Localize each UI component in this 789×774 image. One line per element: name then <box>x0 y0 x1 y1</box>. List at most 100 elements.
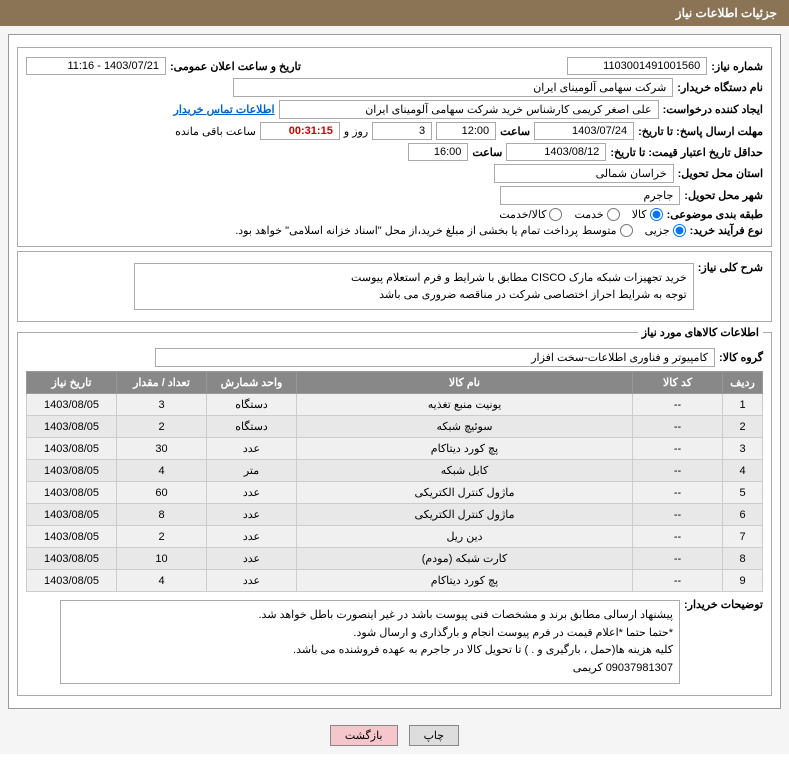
time-remaining: 00:31:15 <box>260 122 340 140</box>
cell-unit: عدد <box>207 548 297 570</box>
cell-qty: 30 <box>117 438 207 460</box>
items-fieldset: اطلاعات کالاهای مورد نیاز گروه کالا: کام… <box>17 326 772 696</box>
radio-service-input[interactable] <box>607 208 620 221</box>
cell-n: 8 <box>723 548 763 570</box>
cell-unit: متر <box>207 460 297 482</box>
cell-code: -- <box>633 548 723 570</box>
table-row: 8--کارت شبکه (مودم)عدد101403/08/05 <box>27 548 763 570</box>
cell-qty: 2 <box>117 526 207 548</box>
delivery-city-label: شهر محل تحویل: <box>684 189 763 202</box>
category-label: طبقه بندی موضوعی: <box>667 208 763 221</box>
payment-note: پرداخت تمام یا بخشی از مبلغ خرید،از محل … <box>235 224 578 237</box>
cell-code: -- <box>633 460 723 482</box>
cell-date: 1403/08/05 <box>27 570 117 592</box>
th-row: ردیف <box>723 372 763 394</box>
buyer-notes-label: توضیحات خریدار: <box>684 598 763 611</box>
radio-both[interactable]: کالا/خدمت <box>499 208 562 221</box>
cell-code: -- <box>633 526 723 548</box>
cell-code: -- <box>633 394 723 416</box>
goods-group-label: گروه کالا: <box>719 351 763 364</box>
need-number-value: 1103001491001560 <box>567 57 707 75</box>
radio-goods-label: کالا <box>632 208 647 221</box>
cell-unit: عدد <box>207 526 297 548</box>
th-date: تاریخ نیاز <box>27 372 117 394</box>
radio-medium[interactable]: متوسط <box>582 224 633 237</box>
requester-value: علی اصغر کریمی کارشناس خرید شرکت سهامی آ… <box>279 100 659 119</box>
cell-name: ماژول کنترل الکتریکی <box>297 482 633 504</box>
cell-unit: عدد <box>207 438 297 460</box>
cell-unit: عدد <box>207 482 297 504</box>
cell-date: 1403/08/05 <box>27 438 117 460</box>
cell-date: 1403/08/05 <box>27 482 117 504</box>
cell-qty: 2 <box>117 416 207 438</box>
table-row: 7--دین ریلعدد21403/08/05 <box>27 526 763 548</box>
cell-date: 1403/08/05 <box>27 394 117 416</box>
radio-both-input[interactable] <box>549 208 562 221</box>
table-row: 6--ماژول کنترل الکتریکیعدد81403/08/05 <box>27 504 763 526</box>
th-unit: واحد شمارش <box>207 372 297 394</box>
general-desc-label: شرح کلی نیاز: <box>698 261 763 274</box>
radio-medium-label: متوسط <box>582 224 617 237</box>
cell-code: -- <box>633 570 723 592</box>
time-label-1: ساعت <box>500 125 530 138</box>
table-row: 9--پچ کورد دیتاکامعدد41403/08/05 <box>27 570 763 592</box>
delivery-province-value: خراسان شمالی <box>494 164 674 183</box>
cell-date: 1403/08/05 <box>27 548 117 570</box>
cell-n: 3 <box>723 438 763 460</box>
cell-n: 1 <box>723 394 763 416</box>
cell-date: 1403/08/05 <box>27 526 117 548</box>
deadline-reply-label: مهلت ارسال پاسخ: تا تاریخ: <box>638 125 763 138</box>
th-code: کد کالا <box>633 372 723 394</box>
days-and-label: روز و <box>344 125 368 138</box>
table-row: 5--ماژول کنترل الکتریکیعدد601403/08/05 <box>27 482 763 504</box>
th-name: نام کالا <box>297 372 633 394</box>
contact-buyer-link[interactable]: اطلاعات تماس خریدار <box>174 103 275 116</box>
buyer-notes-value: پیشنهاد ارسالی مطابق برند و مشخصات فنی پ… <box>60 600 680 684</box>
cell-unit: عدد <box>207 570 297 592</box>
cell-name: دین ریل <box>297 526 633 548</box>
radio-both-label: کالا/خدمت <box>499 208 546 221</box>
cell-date: 1403/08/05 <box>27 416 117 438</box>
cell-unit: دستگاه <box>207 416 297 438</box>
cell-name: یونیت منبع تغذیه <box>297 394 633 416</box>
price-validity-time: 16:00 <box>408 143 468 161</box>
cell-date: 1403/08/05 <box>27 460 117 482</box>
table-row: 3--پچ کورد دیتاکامعدد301403/08/05 <box>27 438 763 460</box>
deadline-reply-time: 12:00 <box>436 122 496 140</box>
delivery-city-value: جاجرم <box>500 186 680 205</box>
radio-service-label: خدمت <box>574 208 603 221</box>
cell-qty: 10 <box>117 548 207 570</box>
radio-service[interactable]: خدمت <box>574 208 619 221</box>
radio-partial[interactable]: جزیی <box>645 224 686 237</box>
header-fieldset: شماره نیاز: 1103001491001560 تاریخ و ساع… <box>17 47 772 247</box>
cell-code: -- <box>633 504 723 526</box>
remaining-label: ساعت باقی مانده <box>175 125 256 138</box>
th-qty: تعداد / مقدار <box>117 372 207 394</box>
radio-partial-input[interactable] <box>673 224 686 237</box>
buyer-org-value: شرکت سهامی آلومینای ایران <box>233 78 673 97</box>
deadline-reply-date: 1403/07/24 <box>534 122 634 140</box>
buyer-org-label: نام دستگاه خریدار: <box>677 81 763 94</box>
cell-name: پچ کورد دیتاکام <box>297 570 633 592</box>
general-desc-fieldset: شرح کلی نیاز: خرید تجهیزات شبکه مارک CIS… <box>17 251 772 322</box>
radio-partial-label: جزیی <box>645 224 670 237</box>
cell-n: 9 <box>723 570 763 592</box>
cell-n: 2 <box>723 416 763 438</box>
cell-qty: 3 <box>117 394 207 416</box>
announce-label: تاریخ و ساعت اعلان عمومی: <box>170 60 301 73</box>
cell-unit: دستگاه <box>207 394 297 416</box>
print-button[interactable]: چاپ <box>409 725 460 746</box>
goods-group-value: کامپیوتر و فناوری اطلاعات-سخت افزار <box>155 348 715 367</box>
time-label-2: ساعت <box>472 146 502 159</box>
cell-qty: 8 <box>117 504 207 526</box>
price-validity-label: حداقل تاریخ اعتبار قیمت: تا تاریخ: <box>610 146 763 159</box>
back-button[interactable]: بازگشت <box>330 725 398 746</box>
cell-name: پچ کورد دیتاکام <box>297 438 633 460</box>
radio-medium-input[interactable] <box>620 224 633 237</box>
general-desc-value: خرید تجهیزات شبکه مارک CISCO مطابق با شر… <box>134 263 694 310</box>
table-row: 4--کابل شبکهمتر41403/08/05 <box>27 460 763 482</box>
radio-goods-input[interactable] <box>650 208 663 221</box>
announce-value: 1403/07/21 - 11:16 <box>26 57 166 75</box>
purchase-type-label: نوع فرآیند خرید: <box>690 224 763 237</box>
radio-goods[interactable]: کالا <box>632 208 663 221</box>
